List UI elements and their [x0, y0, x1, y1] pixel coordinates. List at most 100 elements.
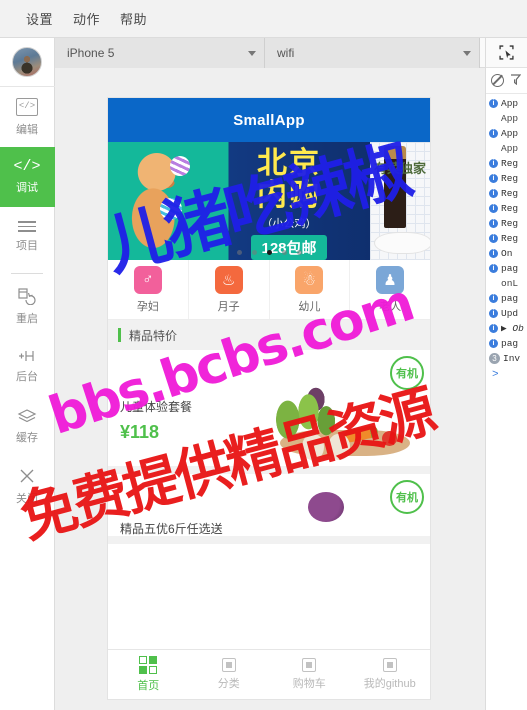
console-row[interactable]: i Reg [486, 231, 527, 246]
console-row[interactable]: i Reg [486, 156, 527, 171]
app-title-bar: SmallApp [108, 98, 430, 142]
console-message-list[interactable]: i App App i App App i Reg i Reg i Reg i Reg iR… [486, 94, 527, 381]
console-row[interactable]: i On [486, 246, 527, 261]
console-row[interactable]: i pag [486, 261, 527, 276]
carousel-dot-active[interactable] [266, 250, 272, 255]
carousel-dot[interactable] [236, 250, 242, 255]
category-item-elderly[interactable]: ♟ 老人 [350, 260, 430, 319]
tomato-shape [382, 431, 397, 446]
info-icon: i [489, 204, 498, 213]
console-row-text: Reg [501, 188, 519, 199]
menu-help[interactable]: 帮助 [110, 6, 157, 31]
carousel-dot[interactable] [296, 250, 302, 255]
console-row[interactable]: App [486, 111, 527, 126]
layers-icon [17, 408, 37, 424]
carousel-dots[interactable] [108, 250, 430, 255]
avatar[interactable] [12, 47, 42, 77]
carousel-slide-next[interactable]: 有菜独家 [370, 142, 430, 260]
category-item-pregnant[interactable]: ♂ 孕妇 [108, 260, 189, 319]
greens-shape [270, 386, 344, 442]
carousel-dot[interactable] [281, 250, 287, 255]
info-icon: i [489, 324, 498, 333]
child-icon: ☃ [295, 265, 324, 294]
sidebar-item-project[interactable]: 项目 [0, 207, 55, 267]
info-icon: i [489, 309, 498, 318]
console-row[interactable]: i App [486, 96, 527, 111]
console-row-expandable[interactable]: i ▶ Ob [486, 321, 527, 336]
category-item-postpartum[interactable]: ♨ 月子 [189, 260, 270, 319]
console-row[interactable]: i Reg [486, 216, 527, 231]
console-row[interactable]: i Reg [486, 186, 527, 201]
sidebar-item-label: 缓存 [16, 431, 38, 444]
sidebar-item-label: 后台 [16, 370, 38, 383]
filter-funnel-icon[interactable] [510, 72, 522, 90]
chip-icon [382, 658, 397, 672]
next-slide-label: 有菜独家 [373, 161, 426, 176]
menu-settings[interactable]: 设置 [16, 6, 63, 31]
product-price: ¥118 [120, 422, 160, 442]
sidebar-item-close[interactable]: 关闭 [0, 456, 55, 516]
tab-home[interactable]: 首页 [108, 650, 189, 699]
console-row[interactable]: i Reg [486, 201, 527, 216]
menu-actions[interactable]: 动作 [63, 6, 110, 31]
code-box-icon: </> [16, 97, 38, 116]
info-icon: i [489, 174, 498, 183]
category-item-child[interactable]: ☃ 幼儿 [270, 260, 351, 319]
network-select[interactable]: wifi [265, 38, 480, 68]
clear-console-icon[interactable] [491, 74, 504, 87]
info-icon: i [489, 219, 498, 228]
tab-label: 首页 [137, 680, 160, 692]
console-row-text: pag [501, 293, 519, 304]
sidebar-item-label: 关闭 [16, 492, 38, 505]
console-row-text: pag [501, 263, 519, 274]
console-row[interactable]: App [486, 141, 527, 156]
console-row[interactable]: i pag [486, 291, 527, 306]
sidebar-item-restart[interactable]: 重启 [0, 276, 55, 336]
cursor-select-icon[interactable] [499, 45, 514, 60]
message-count-badge: 3 [489, 353, 500, 364]
cabbage-shape [308, 492, 344, 522]
console-panel: i App App i App App i Reg i Reg i Reg i Reg iR… [485, 38, 527, 710]
network-select-value: wifi [277, 46, 295, 60]
info-icon: i [489, 264, 498, 273]
left-sidebar: </> 编辑 </> 调试 项目 重启 后台 缓存 关闭 [0, 38, 55, 710]
console-row-text: On [501, 248, 513, 259]
console-row-text: onL [501, 278, 519, 289]
info-icon: i [489, 129, 498, 138]
carousel-dot[interactable] [251, 250, 257, 255]
ball-decoration [170, 156, 190, 176]
console-row-text: Reg [501, 218, 519, 229]
sidebar-item-cache[interactable]: 缓存 [0, 396, 55, 456]
console-input-prompt[interactable]: > [486, 366, 527, 381]
sidebar-item-label: 调试 [16, 182, 38, 194]
info-icon: i [489, 294, 498, 303]
console-row-text: App [501, 98, 519, 109]
backstage-icon [16, 349, 38, 363]
sidebar-item-backstage[interactable]: 后台 [0, 336, 55, 396]
section-title: 精品特价 [129, 328, 178, 343]
avatar-container[interactable] [0, 38, 55, 87]
slide-price-badge: 128包邮 [251, 235, 327, 260]
product-card[interactable]: 精品五优6斤任选送 有机 [108, 474, 430, 544]
product-card[interactable]: 儿童体验套餐 ¥118 有机 [108, 350, 430, 474]
sidebar-item-edit[interactable]: </> 编辑 [0, 87, 55, 147]
tab-mine[interactable]: 我的github [350, 650, 431, 699]
console-row[interactable]: i App [486, 126, 527, 141]
console-row[interactable]: onL [486, 276, 527, 291]
carousel-slide-active[interactable]: 北京 内购 （小公鸡） 128包邮 [108, 142, 370, 260]
banner-carousel[interactable]: 北京 内购 （小公鸡） 128包邮 有菜独家 [108, 142, 430, 260]
device-select[interactable]: iPhone 5 [55, 38, 265, 68]
egg-shape [302, 434, 324, 460]
console-row[interactable]: i Upd [486, 306, 527, 321]
slide-title-line1: 北京 [257, 147, 321, 180]
console-row[interactable]: i Reg [486, 171, 527, 186]
console-row-grouped[interactable]: 3 Inv [486, 351, 527, 366]
sidebar-item-debug[interactable]: </> 调试 [0, 147, 55, 207]
organic-badge: 有机 [390, 356, 424, 390]
slide-title-line2: 内购 [257, 178, 321, 212]
console-row[interactable]: i pag [486, 336, 527, 351]
menubar: 设置 动作 帮助 [0, 0, 527, 38]
tab-category[interactable]: 分类 [189, 650, 270, 699]
tab-cart[interactable]: 购物车 [269, 650, 350, 699]
close-icon [18, 467, 36, 485]
